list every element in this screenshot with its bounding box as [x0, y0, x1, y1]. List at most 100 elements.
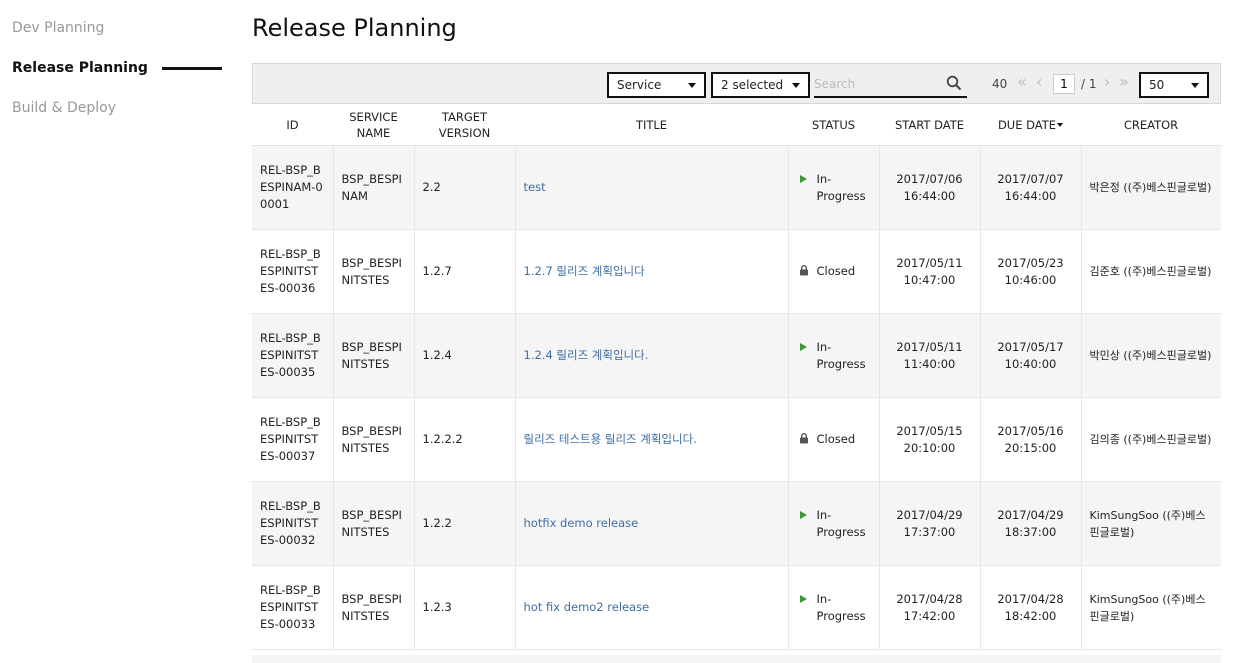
- play-icon: [797, 171, 811, 188]
- cell-start-date: 2017/05/11 11:40:00: [879, 313, 981, 398]
- cell-service-name: BSP_BESPINITSTES: [333, 565, 415, 650]
- page-size-value: 50: [1149, 78, 1165, 92]
- column-header-service-name[interactable]: SERVICE NAME: [333, 104, 414, 146]
- cell-start-date: 2017/04/28 17:42:00: [879, 565, 981, 650]
- double-chevron-right-icon[interactable]: »: [1119, 73, 1129, 91]
- cell-service-name: BSP_BESPINITSTES: [333, 229, 415, 314]
- table-row[interactable]: [252, 655, 1221, 663]
- play-icon: [797, 591, 811, 608]
- status-text: In- Progress: [816, 339, 866, 371]
- cell-title: 1.2.4 릴리즈 계획입니다.: [515, 313, 789, 398]
- column-header-target-version[interactable]: TARGET VERSION: [414, 104, 515, 146]
- release-title-link[interactable]: 1.2.7 릴리즈 계획입니다: [524, 264, 645, 278]
- sidebar-item-build-deploy[interactable]: Build & Deploy: [12, 100, 116, 116]
- play-icon: [797, 507, 811, 524]
- cell-title: hotfix demo release: [515, 481, 789, 566]
- double-chevron-left-icon[interactable]: «: [1017, 73, 1027, 91]
- service-select-value: Service: [617, 78, 662, 92]
- search-icon[interactable]: [946, 75, 962, 91]
- service-select[interactable]: Service: [607, 72, 706, 98]
- table-row[interactable]: REL-BSP_BESPINITSTES-00037 BSP_BESPINITST…: [252, 397, 1221, 482]
- total-count: 40: [992, 77, 1008, 91]
- page-size-select[interactable]: 50: [1139, 72, 1209, 98]
- release-title-link[interactable]: 1.2.4 릴리즈 계획입니다.: [524, 348, 649, 362]
- play-icon: [797, 339, 811, 356]
- search-input[interactable]: [814, 72, 967, 98]
- chevron-left-icon[interactable]: ‹: [1036, 73, 1042, 91]
- cell-title: test: [515, 145, 789, 230]
- cell-id: REL-BSP_BESPINITSTES-00032: [252, 481, 334, 566]
- status-text: Closed: [816, 432, 856, 446]
- cell-creator: 김준호 ((주)베스핀글로벌): [1081, 229, 1221, 314]
- active-nav-indicator: [162, 67, 222, 70]
- cell-start-date: 2017/05/15 20:10:00: [879, 397, 981, 482]
- cell-id: REL-BSP_BESPINITSTES-00036: [252, 229, 334, 314]
- page-total: / 1: [1081, 77, 1097, 91]
- cell-target-version: 1.2.4: [414, 313, 516, 398]
- table-row[interactable]: REL-BSP_BESPINAM-00001 BSP_BESPINAM 2.2 tes…: [252, 145, 1221, 230]
- cell-start-date: 2017/07/06 16:44:00: [879, 145, 981, 230]
- cell-creator: KimSungSoo ((주)베스핀글로벌): [1081, 565, 1221, 650]
- cell-target-version: 1.2.2: [414, 481, 516, 566]
- cell-status: In- Progress: [788, 481, 880, 566]
- cell-id: REL-BSP_BESPINITSTES-00035: [252, 313, 334, 398]
- cell-creator: 박민상 ((주)베스핀글로벌): [1081, 313, 1221, 398]
- cell-service-name: BSP_BESPINITSTES: [333, 397, 415, 482]
- column-header-start-date[interactable]: START DATE: [879, 104, 980, 146]
- cell-due-date: 2017/05/17 10:40:00: [980, 313, 1082, 398]
- cell-title: 1.2.7 릴리즈 계획입니다: [515, 229, 789, 314]
- column-header-id[interactable]: ID: [252, 104, 333, 146]
- table-row[interactable]: REL-BSP_BESPINITSTES-00035 BSP_BESPINITST…: [252, 313, 1221, 398]
- lock-icon: [799, 432, 808, 444]
- sort-down-icon: [1057, 123, 1064, 127]
- column-header-creator[interactable]: CREATOR: [1081, 104, 1221, 146]
- table-row[interactable]: REL-BSP_BESPINITSTES-00036 BSP_BESPINITST…: [252, 229, 1221, 314]
- cell-target-version: 1.2.7: [414, 229, 516, 314]
- chevron-right-icon[interactable]: ›: [1104, 73, 1110, 91]
- cell-target-version: 1.2.2.2: [414, 397, 516, 482]
- cell-id: REL-BSP_BESPINAM-00001: [252, 145, 334, 230]
- cell-due-date: 2017/04/29 18:37:00: [980, 481, 1082, 566]
- cell-id: REL-BSP_BESPINITSTES-00037: [252, 397, 334, 482]
- column-header-due-date[interactable]: DUE DATE: [980, 104, 1081, 146]
- cell-title: hot fix demo2 release: [515, 565, 789, 650]
- cell-creator: 박은정 ((주)베스핀글로벌): [1081, 145, 1221, 230]
- release-title-link[interactable]: hotfix demo release: [524, 516, 639, 530]
- due-date-label: DUE DATE: [997, 117, 1057, 132]
- release-title-link[interactable]: 릴리즈 테스트용 릴리즈 계획입니다.: [524, 432, 697, 446]
- status-text: In- Progress: [816, 507, 866, 539]
- table-row[interactable]: REL-BSP_BESPINITSTES-00032 BSP_BESPINITST…: [252, 481, 1221, 566]
- cell-due-date: 2017/07/07 16:44:00: [980, 145, 1082, 230]
- chevron-down-icon: [688, 83, 696, 88]
- cell-target-version: 2.2: [414, 145, 516, 230]
- status-text: In- Progress: [816, 171, 866, 203]
- cell-status: In- Progress: [788, 565, 880, 650]
- cell-creator: 김의종 ((주)베스핀글로벌): [1081, 397, 1221, 482]
- sidebar-item-dev-planning[interactable]: Dev Planning: [12, 20, 104, 36]
- cell-start-date: 2017/04/29 17:37:00: [879, 481, 981, 566]
- table-header-row: ID SERVICE NAME TARGET VERSION TITLE STA…: [252, 104, 1221, 146]
- cell-start-date: 2017/05/11 10:47:00: [879, 229, 981, 314]
- table-row[interactable]: REL-BSP_BESPINITSTES-00033 BSP_BESPINITST…: [252, 565, 1221, 650]
- cell-status: In- Progress: [788, 313, 880, 398]
- cell-id: REL-BSP_BESPINITSTES-00033: [252, 565, 334, 650]
- chevron-down-icon: [792, 83, 800, 88]
- lock-icon: [799, 264, 808, 276]
- column-header-status[interactable]: STATUS: [788, 104, 879, 146]
- release-title-link[interactable]: hot fix demo2 release: [524, 600, 650, 614]
- cell-status: Closed: [788, 229, 880, 314]
- release-table: ID SERVICE NAME TARGET VERSION TITLE STA…: [252, 104, 1221, 650]
- status-select[interactable]: 2 selected: [711, 72, 810, 98]
- cell-status: In- Progress: [788, 145, 880, 230]
- cell-title: 릴리즈 테스트용 릴리즈 계획입니다.: [515, 397, 789, 482]
- table-body: REL-BSP_BESPINAM-00001 BSP_BESPINAM 2.2 tes…: [252, 145, 1221, 650]
- page-title: Release Planning: [252, 14, 457, 42]
- chevron-down-icon: [1191, 83, 1199, 88]
- release-title-link[interactable]: test: [524, 180, 546, 194]
- page-number-input[interactable]: [1053, 74, 1075, 94]
- sidebar-item-release-planning[interactable]: Release Planning: [12, 60, 148, 76]
- cell-due-date: 2017/05/23 10:46:00: [980, 229, 1082, 314]
- cell-creator: KimSungSoo ((주)베스핀글로벌): [1081, 481, 1221, 566]
- column-header-title[interactable]: TITLE: [515, 104, 788, 146]
- cell-status: Closed: [788, 397, 880, 482]
